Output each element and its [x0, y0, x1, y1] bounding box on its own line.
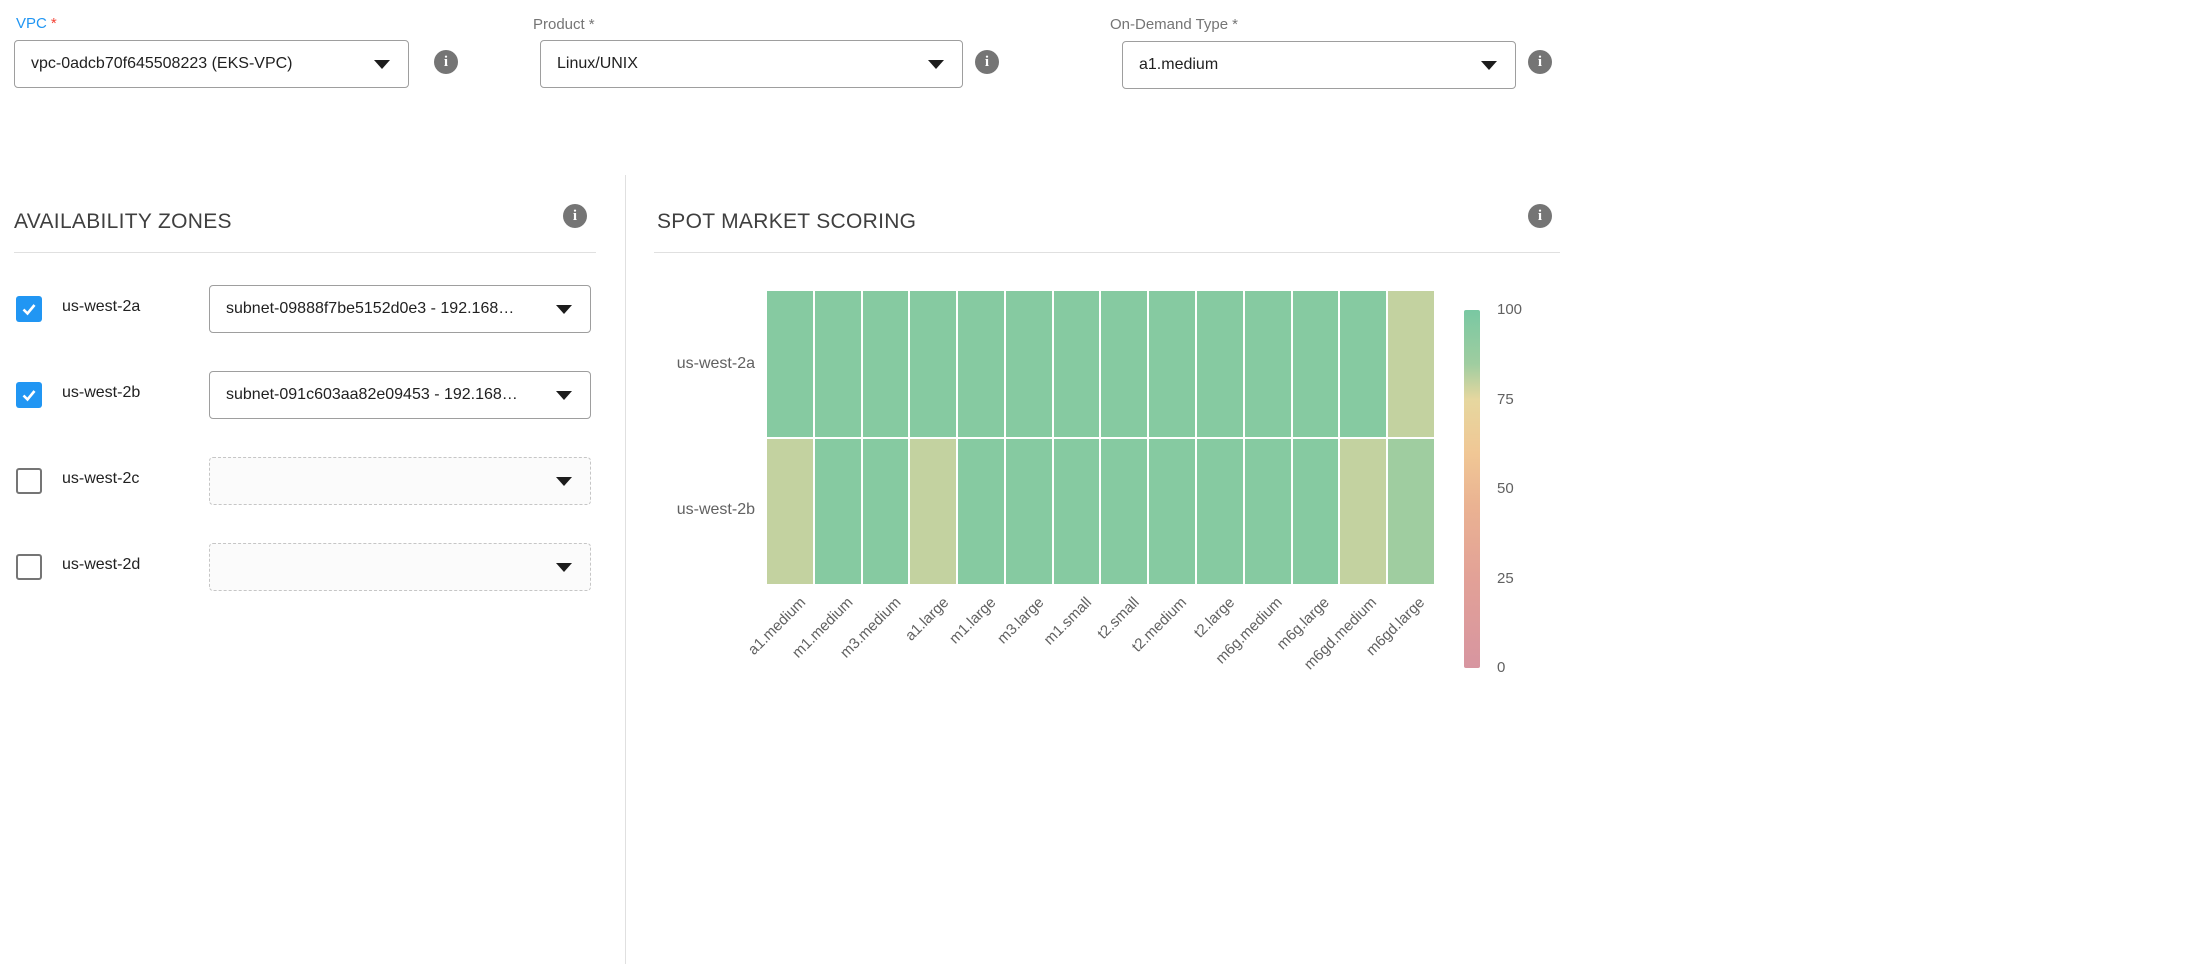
subnet-select-us-west-2a[interactable]: subnet-09888f7be5152d0e3 - 192.168… [209, 285, 591, 333]
heatmap-cell[interactable] [815, 439, 861, 585]
az-zone-label: us-west-2a [62, 298, 140, 316]
availability-zones-divider [14, 252, 596, 253]
spot-market-scoring-info-icon[interactable]: i [1528, 204, 1552, 228]
colorbar-tick-label: 50 [1497, 480, 1514, 497]
heatmap-cell[interactable] [1101, 291, 1147, 437]
product-select[interactable]: Linux/UNIX [540, 40, 963, 88]
heatmap-cell[interactable] [863, 291, 909, 437]
checkmark-icon [20, 386, 38, 404]
heatmap-cell[interactable] [1006, 439, 1052, 585]
heatmap-cell[interactable] [1197, 291, 1243, 437]
heatmap-cell[interactable] [815, 291, 861, 437]
az-row-us-west-2d: us-west-2d [0, 543, 625, 591]
on-demand-type-select[interactable]: a1.medium [1122, 41, 1516, 89]
on-demand-type-required-asterisk: * [1232, 16, 1238, 33]
heatmap-cell[interactable] [958, 291, 1004, 437]
subnet-select-us-west-2b[interactable]: subnet-091c603aa82e09453 - 192.168… [209, 371, 591, 419]
heatmap-column-label: m1.small [1040, 594, 1094, 648]
heatmap-cell[interactable] [1006, 291, 1052, 437]
az-row-us-west-2b: us-west-2b subnet-091c603aa82e09453 - 19… [0, 371, 625, 419]
heatmap-cell[interactable] [1293, 291, 1339, 437]
heatmap-cell[interactable] [767, 439, 813, 585]
vpc-info-icon[interactable]: i [434, 50, 458, 74]
vpc-select-value: vpc-0adcb70f645508223 (EKS-VPC) [31, 55, 293, 73]
az-row-us-west-2c: us-west-2c [0, 457, 625, 505]
availability-zones-title: AVAILABILITY ZONES [14, 210, 232, 234]
subnet-select-value: subnet-091c603aa82e09453 - 192.168… [226, 386, 518, 404]
checkmark-icon [20, 300, 38, 318]
heatmap-column-label: m1.large [946, 594, 999, 647]
spot-market-scoring-title: SPOT MARKET SCORING [657, 210, 916, 234]
heatmap-cell[interactable] [910, 291, 956, 437]
heatmap-cell[interactable] [1149, 291, 1195, 437]
chevron-down-icon [374, 60, 390, 69]
product-required-asterisk: * [589, 16, 595, 33]
product-select-value: Linux/UNIX [557, 55, 638, 73]
heatmap-row-label: us-west-2b [645, 501, 755, 519]
az-checkbox-us-west-2c[interactable] [16, 468, 42, 494]
az-zone-label: us-west-2c [62, 470, 139, 488]
az-checkbox-us-west-2d[interactable] [16, 554, 42, 580]
colorbar-tick-label: 75 [1497, 391, 1514, 408]
chevron-down-icon [1481, 61, 1497, 70]
heatmap-cell[interactable] [1054, 439, 1100, 585]
subnet-select-us-west-2d[interactable] [209, 543, 591, 591]
heatmap-cell[interactable] [1149, 439, 1195, 585]
section-divider [625, 175, 626, 964]
az-checkbox-us-west-2b[interactable] [16, 382, 42, 408]
heatmap-cell[interactable] [1340, 291, 1386, 437]
heatmap-cell[interactable] [1388, 439, 1434, 585]
heatmap-cell[interactable] [1245, 439, 1291, 585]
chevron-down-icon [556, 563, 572, 572]
heatmap-cell[interactable] [1197, 439, 1243, 585]
heatmap-cell[interactable] [1245, 291, 1291, 437]
az-row-us-west-2a: us-west-2a subnet-09888f7be5152d0e3 - 19… [0, 285, 625, 333]
subnet-select-value: subnet-09888f7be5152d0e3 - 192.168… [226, 300, 514, 318]
colorbar-tick-label: 25 [1497, 570, 1514, 587]
spot-configuration-page: VPC* vpc-0adcb70f645508223 (EKS-VPC) i P… [0, 0, 2196, 964]
heatmap-cell[interactable] [1101, 439, 1147, 585]
vpc-select[interactable]: vpc-0adcb70f645508223 (EKS-VPC) [14, 40, 409, 88]
colorbar-tick-label: 0 [1497, 659, 1505, 676]
subnet-select-us-west-2c[interactable] [209, 457, 591, 505]
heatmap-cell[interactable] [1054, 291, 1100, 437]
chevron-down-icon [556, 391, 572, 400]
heatmap-row-label: us-west-2a [645, 355, 755, 373]
spot-market-heatmap [767, 291, 1434, 584]
heatmap-cell[interactable] [1293, 439, 1339, 585]
product-label: Product [533, 16, 585, 33]
az-zone-label: us-west-2d [62, 556, 140, 574]
spot-market-scoring-divider [654, 252, 1560, 253]
heatmap-cell[interactable] [1340, 439, 1386, 585]
heatmap-cell[interactable] [1388, 291, 1434, 437]
heatmap-column-label: m3.large [994, 594, 1047, 647]
heatmap-column-label: a1.large [901, 594, 951, 644]
az-checkbox-us-west-2a[interactable] [16, 296, 42, 322]
chevron-down-icon [928, 60, 944, 69]
heatmap-column-label: t2.large [1190, 594, 1237, 641]
on-demand-type-info-icon[interactable]: i [1528, 50, 1552, 74]
az-zone-label: us-west-2b [62, 384, 140, 402]
on-demand-type-select-value: a1.medium [1139, 56, 1218, 74]
heatmap-cell[interactable] [767, 291, 813, 437]
availability-zones-info-icon[interactable]: i [563, 204, 587, 228]
on-demand-type-label: On-Demand Type [1110, 16, 1228, 33]
chevron-down-icon [556, 305, 572, 314]
colorbar-tick-label: 100 [1497, 301, 1522, 318]
heatmap-cell[interactable] [863, 439, 909, 585]
product-field-label: Product* [533, 16, 595, 33]
on-demand-type-field-label: On-Demand Type* [1110, 16, 1238, 33]
product-info-icon[interactable]: i [975, 50, 999, 74]
vpc-field-label: VPC* [16, 15, 57, 32]
heatmap-cell[interactable] [958, 439, 1004, 585]
chevron-down-icon [556, 477, 572, 486]
heatmap-colorbar [1464, 310, 1480, 668]
heatmap-cell[interactable] [910, 439, 956, 585]
vpc-label: VPC [16, 15, 47, 32]
vpc-required-asterisk: * [51, 15, 57, 32]
